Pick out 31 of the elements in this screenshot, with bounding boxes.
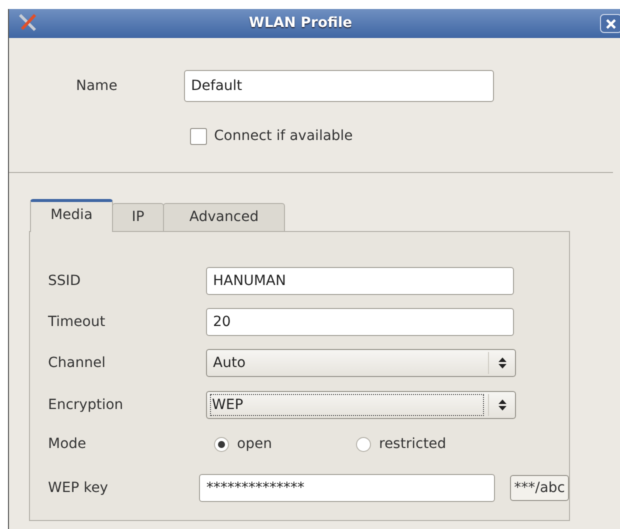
tools-icon [17,13,39,33]
radio-label: open [237,435,272,454]
dropdown-value: WEP [210,394,484,416]
show-key-button[interactable]: ***/abc [510,475,569,501]
tab[interactable]: Media [30,199,113,232]
tab[interactable]: IP [112,203,164,232]
name-field[interactable]: Default [184,70,494,102]
close-button[interactable] [600,14,620,33]
field-label: Encryption [48,396,124,414]
field-label: Channel [48,354,106,372]
field-label: Timeout [48,312,106,332]
input-field[interactable]: HANUMAN [206,267,514,295]
dropdown[interactable]: WEP [206,391,516,419]
field-label: SSID [48,272,82,290]
radio-button[interactable] [214,437,229,452]
radio-label: restricted [379,435,446,454]
field-label: Mode [48,435,88,454]
password-field[interactable]: ************** [199,474,496,502]
field-label: WEP key [48,478,110,498]
checkbox[interactable] [190,128,207,145]
field-label: Name [75,76,118,96]
checkbox-label: Connect if available [214,127,353,146]
radio-button[interactable] [356,437,371,452]
spinner-icon [498,399,507,411]
close-icon [606,18,616,28]
input-field[interactable]: 20 [206,308,514,336]
dropdown[interactable]: Auto [206,349,516,377]
spinner-icon [498,357,507,369]
window-title: WLAN Profile [248,14,352,33]
dropdown-value: Auto [212,354,247,372]
tab[interactable]: Advanced [163,203,285,232]
